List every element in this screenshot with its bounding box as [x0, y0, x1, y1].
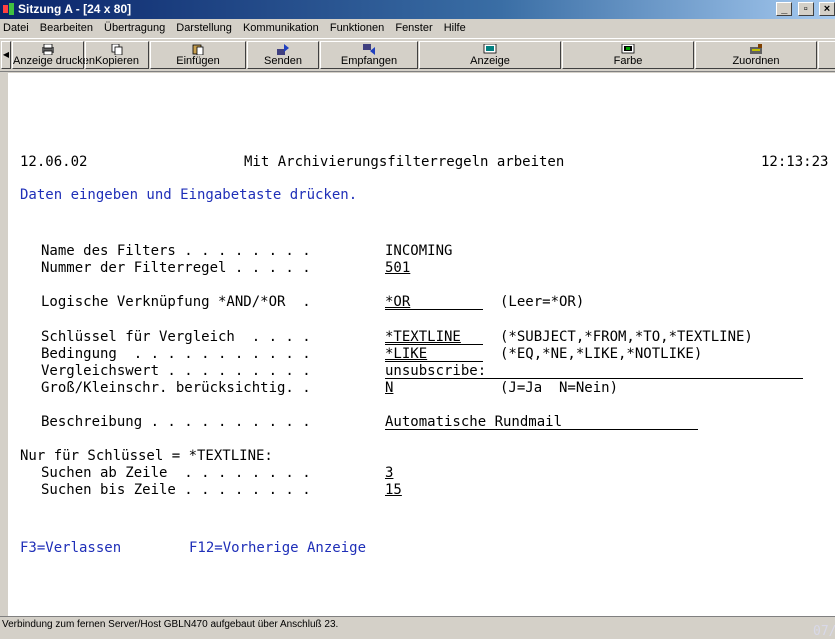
copy-label: Kopieren	[94, 55, 140, 67]
condition-label: Bedingung . . . . . . . . . . .	[41, 346, 311, 362]
key-label: Schlüssel für Vergleich . . . .	[41, 329, 311, 345]
logic-input-underline	[385, 309, 483, 310]
menu-bar: Datei Bearbeiten Übertragung Darstellung…	[0, 19, 835, 37]
menu-datei[interactable]: Datei	[3, 19, 29, 37]
receive-button[interactable]: Empfangen	[320, 41, 418, 69]
toolbar-overflow-button[interactable]	[818, 41, 835, 69]
map-icon	[750, 44, 762, 54]
menu-kommunikation[interactable]: Kommunikation	[243, 19, 319, 37]
instruction-text: Daten eingeben und Eingabetaste drücken.	[20, 187, 358, 203]
receive-label: Empfangen	[340, 55, 398, 67]
from-line-input[interactable]: 3	[385, 465, 393, 482]
case-label: Groß/Kleinschr. berücksichtig. .	[41, 380, 311, 396]
case-input[interactable]: N	[385, 380, 393, 397]
receive-icon	[363, 44, 375, 55]
print-screen-button[interactable]: Anzeige drucken	[12, 41, 95, 69]
display-button[interactable]: Anzeige	[419, 41, 561, 69]
paste-icon	[192, 44, 204, 55]
screen-date: 12.06.02	[20, 154, 88, 170]
rule-number-label: Nummer der Filterregel . . . . .	[41, 260, 311, 276]
condition-hint: (*EQ,*NE,*LIKE,*NOTLIKE)	[500, 346, 703, 362]
emulator-window: Sitzung A - [24 x 80] _ ▫ × Datei Bearbe…	[0, 0, 835, 639]
logic-label: Logische Verknüpfung *AND/*OR .	[41, 294, 311, 310]
f3-exit-key[interactable]: F3=Verlassen	[20, 540, 121, 557]
menu-uebertragung[interactable]: Übertragung	[104, 19, 165, 37]
to-line-input[interactable]: 15	[385, 482, 402, 499]
window-title: Sitzung A - [24 x 80]	[18, 2, 132, 16]
menu-funktionen[interactable]: Funktionen	[330, 19, 384, 37]
send-button[interactable]: Senden	[247, 41, 319, 69]
display-icon	[483, 44, 497, 54]
window-controls: _ ▫ ×	[774, 2, 835, 17]
paste-button[interactable]: Einfügen	[150, 41, 246, 69]
copy-icon	[111, 44, 123, 55]
textline-section-heading: Nur für Schlüssel = *TEXTLINE:	[20, 448, 273, 464]
close-button[interactable]: ×	[819, 2, 835, 16]
copy-button[interactable]: Kopieren	[85, 41, 149, 69]
logic-hint: (Leer=*OR)	[500, 294, 585, 310]
condition-input-underline	[385, 361, 483, 362]
color-label: Farbe	[613, 55, 643, 67]
to-line-label: Suchen bis Zeile . . . . . . . .	[41, 482, 311, 498]
paste-label: Einfügen	[176, 55, 220, 67]
send-icon	[277, 44, 289, 55]
status-bar: Verbindung zum fernen Server/Host GBLN47…	[0, 616, 835, 632]
display-label: Anzeige	[470, 55, 510, 67]
f12-previous-key[interactable]: F12=Vorherige Anzeige	[189, 540, 366, 557]
screen-title: Mit Archivierungsfilterregeln arbeiten	[244, 154, 565, 170]
filter-name-label: Name des Filters . . . . . . . .	[41, 243, 311, 259]
minimize-button[interactable]: _	[776, 2, 793, 16]
maximize-button[interactable]: ▫	[797, 2, 814, 16]
map-button[interactable]: Zuordnen	[695, 41, 817, 69]
key-input-underline	[385, 344, 483, 345]
from-line-label: Suchen ab Zeile . . . . . . . .	[41, 465, 311, 481]
toolbar-scroll-left-button[interactable]: ◀	[1, 41, 11, 69]
description-underline	[385, 429, 698, 430]
description-label: Beschreibung . . . . . . . . . .	[41, 414, 311, 430]
rule-number-value: 501	[385, 260, 411, 276]
color-button[interactable]: Farbe	[562, 41, 694, 69]
title-bar[interactable]: Sitzung A - [24 x 80] _ ▫ ×	[0, 0, 835, 19]
map-label: Zuordnen	[732, 55, 780, 67]
terminal-screen[interactable]: 12.06.02 Mit Archivierungsfilterregeln a…	[8, 73, 835, 639]
print-screen-label: Anzeige drucken	[13, 55, 95, 67]
menu-darstellung[interactable]: Darstellung	[176, 19, 232, 37]
key-hint: (*SUBJECT,*FROM,*TO,*TEXTLINE)	[500, 329, 753, 345]
compare-value-underline	[385, 378, 803, 379]
menu-hilfe[interactable]: Hilfe	[444, 19, 466, 37]
printer-icon	[42, 44, 54, 55]
screen-time: 12:13:23	[761, 154, 829, 170]
menu-bearbeiten[interactable]: Bearbeiten	[40, 19, 93, 37]
case-hint: (J=Ja N=Nein)	[500, 380, 619, 396]
filter-name-value: INCOMING	[385, 243, 453, 259]
menu-fenster[interactable]: Fenster	[395, 19, 432, 37]
send-label: Senden	[264, 55, 302, 67]
toolbar: ◀ Anzeige drucken Kopieren Einfügen Send…	[0, 38, 835, 72]
session-app-icon	[3, 3, 14, 15]
compare-value-label: Vergleichswert . . . . . . . . .	[41, 363, 311, 379]
color-icon	[621, 44, 635, 54]
